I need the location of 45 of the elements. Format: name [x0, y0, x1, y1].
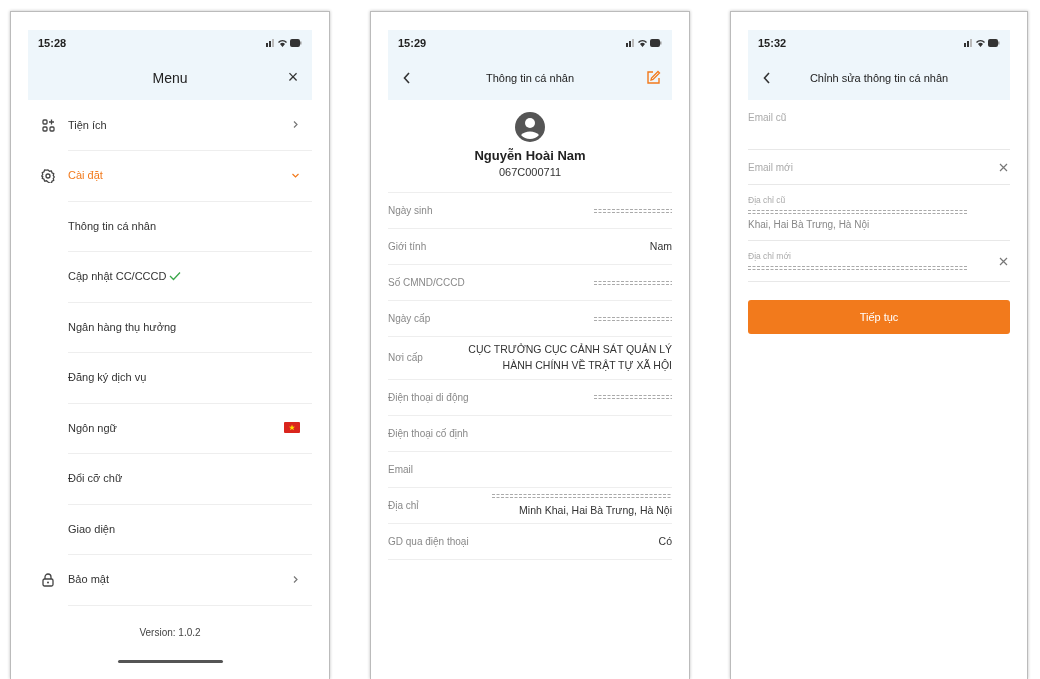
- field-label: Điện thoại cố định: [388, 427, 469, 439]
- field-value: CỤC TRƯỞNG CỤC CẢNH SÁT QUẢN LÝ HÀNH CHÍNH VỀ TRẬT TỰ XÃ HỘI: [467, 342, 672, 373]
- flag-icon: [284, 422, 300, 434]
- field-label: Điện thoại di động: [388, 391, 469, 403]
- field-label: GD qua điện thoại: [388, 536, 469, 548]
- status-icons: [964, 37, 1000, 48]
- user-code: 067C000711: [498, 166, 562, 178]
- screen-title: Menu: [151, 69, 189, 86]
- field-label: Email: [388, 463, 413, 475]
- user-name: Nguyễn Hoài Nam: [474, 148, 586, 163]
- field-value: Minh Khai, Hai Bà Trưng, Hà Nội: [519, 502, 672, 518]
- field-label: Giới tính: [388, 241, 427, 252]
- field-value: Nam: [649, 238, 672, 254]
- close-button[interactable]: ×: [284, 68, 302, 87]
- field-value: Có: [658, 533, 672, 549]
- submenu-item[interactable]: Giao diện: [68, 522, 116, 535]
- status-icons: [266, 37, 302, 48]
- submenu-item[interactable]: Đăng ký dịch vụ: [68, 371, 147, 384]
- lock-icon: [42, 572, 54, 587]
- status-icons: [626, 37, 662, 48]
- screen-title: Chỉnh sửa thông tin cá nhân: [808, 71, 950, 84]
- edit-icon[interactable]: [644, 68, 662, 87]
- menu-item[interactable]: Tiện ích: [68, 118, 107, 131]
- field-label: Địa chỉ mới: [748, 251, 792, 261]
- status-time: 15:32: [758, 36, 787, 49]
- status-time: 15:28: [38, 36, 67, 49]
- screen-title: Thông tin cá nhân: [484, 71, 576, 84]
- field-label: Số CMND/CCCD: [388, 277, 465, 288]
- submenu-item[interactable]: Ngôn ngữ: [68, 421, 117, 434]
- submenu-item[interactable]: Đổi cỡ chữ: [68, 472, 123, 485]
- menu-item[interactable]: Bảo mật: [68, 573, 109, 586]
- field-label: Địa chỉ: [388, 499, 419, 511]
- field-label: Ngày cấp: [388, 313, 431, 324]
- field-label: Nơi cấp: [388, 352, 423, 364]
- submenu-item[interactable]: Ngân hàng thụ hưởng: [68, 320, 177, 333]
- settings-icon: [41, 168, 55, 183]
- avatar-icon: [515, 112, 545, 142]
- submenu-item[interactable]: Cập nhật CC/CCCD: [68, 270, 167, 283]
- status-time: 15:29: [398, 36, 427, 49]
- submenu-item[interactable]: Thông tin cá nhân: [68, 219, 157, 232]
- field-label: Ngày sinh: [388, 205, 433, 216]
- field-value: Khai, Hai Bà Trưng, Hà Nội: [748, 219, 871, 230]
- grid-icon: [41, 118, 55, 132]
- version-text: Version: 1.0.2: [138, 627, 202, 638]
- field-label: Địa chỉ cũ: [748, 195, 787, 205]
